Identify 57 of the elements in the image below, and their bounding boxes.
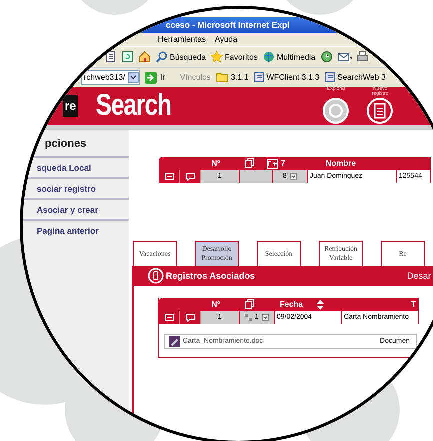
toolbar-label: Multimedia — [276, 52, 316, 62]
comment-icon — [186, 172, 194, 180]
sidebar-item[interactable]: squeda Local — [23, 158, 129, 179]
toolbar-button[interactable]: Búsqueda — [156, 51, 206, 63]
spinner-icon[interactable] — [262, 314, 269, 321]
column-header: Nº — [210, 300, 222, 309]
logo: re — [63, 95, 78, 117]
minus-icon — [164, 173, 174, 180]
grid-icon — [245, 314, 252, 321]
menu-item[interactable]: Herramientas — [158, 35, 206, 44]
window-title: cceso - Microsoft Internet Expl — [166, 20, 290, 30]
info-icon — [148, 268, 164, 284]
dropdown-icon — [128, 72, 140, 83]
toolbar-label: Búsqueda — [170, 52, 206, 62]
sidebar-item[interactable]: sociar registro — [23, 179, 129, 200]
history-icon[interactable] — [320, 51, 333, 63]
sidebar-item[interactable]: Pagina anterior — [23, 221, 129, 240]
refresh-icon[interactable] — [122, 51, 134, 63]
links-label: Vínculos — [180, 73, 211, 82]
column-header: 7 — [281, 159, 286, 168]
sidebar-title: pciones — [23, 134, 129, 158]
search-icon — [156, 51, 168, 63]
toolbar-button[interactable]: Multimedia — [262, 51, 316, 63]
app-title: Search — [96, 89, 172, 123]
panel-header-text: Desar — [407, 271, 432, 281]
sort-icon[interactable] — [317, 300, 324, 310]
address-field[interactable]: rchweb313/ — [81, 70, 140, 85]
document-icon — [169, 336, 180, 347]
panel-title: Registros Asociados — [166, 271, 256, 281]
folder-icon — [216, 72, 229, 83]
printer-icon[interactable] — [356, 51, 369, 63]
column-header: Nº — [210, 159, 222, 168]
spinner-icon[interactable] — [290, 173, 297, 180]
page-icon — [254, 72, 265, 83]
home-icon[interactable] — [139, 51, 151, 63]
sidebar-item[interactable]: Asociar y crear — [23, 200, 129, 221]
page-icon[interactable] — [105, 51, 117, 63]
mail-icon[interactable] — [338, 51, 352, 63]
comment-icon — [186, 314, 194, 322]
toolbar-label: Favoritos — [225, 52, 258, 62]
page-icon — [324, 72, 336, 83]
menu-item[interactable]: Ayuda — [215, 35, 238, 44]
link-button[interactable]: 3.1.1 — [216, 72, 249, 83]
minus-icon — [164, 314, 174, 321]
globe-icon — [262, 51, 275, 63]
add-icon — [267, 158, 278, 168]
star-icon — [211, 51, 224, 63]
column-header: T — [410, 300, 417, 309]
copy-icon — [245, 158, 255, 169]
go-button[interactable]: Ir — [145, 72, 166, 84]
copy-icon — [245, 299, 255, 310]
link-button[interactable]: SearchWeb 3 — [324, 72, 386, 83]
toolbar-button[interactable]: Favoritos — [211, 51, 258, 63]
column-header: Fecha — [280, 300, 304, 309]
column-header: Nombre — [324, 159, 358, 168]
link-button[interactable]: WFClient 3.1.3 — [254, 72, 320, 83]
arrow-icon — [145, 72, 158, 84]
